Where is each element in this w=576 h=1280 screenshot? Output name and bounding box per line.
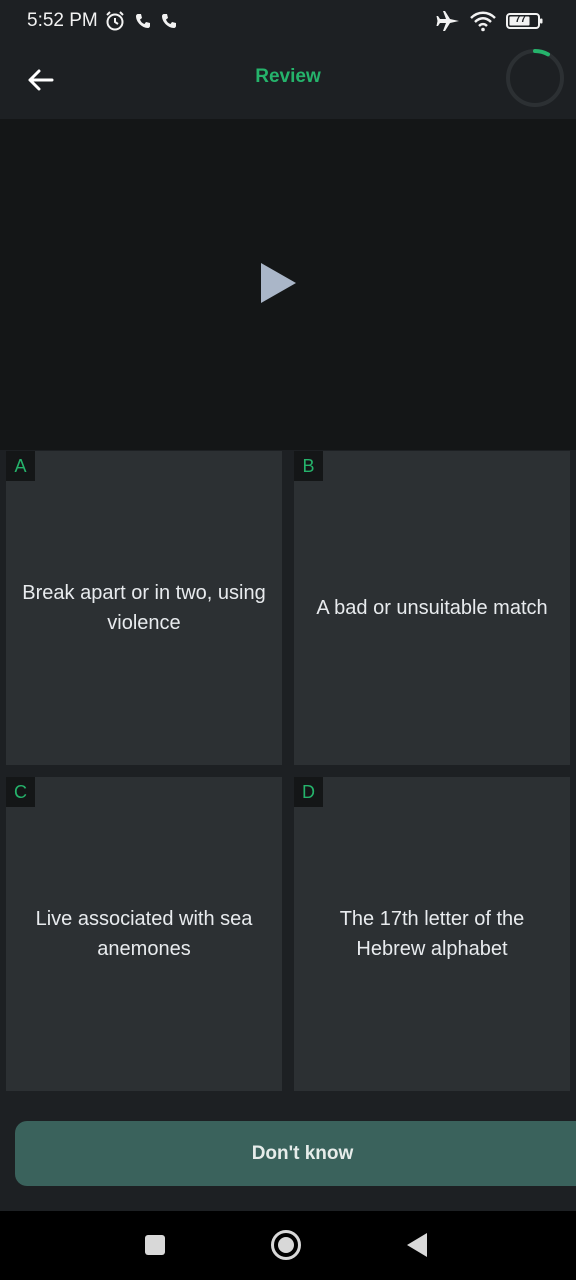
alarm-icon <box>106 11 124 31</box>
status-bar: 5:52 PM 77 <box>0 0 576 44</box>
option-text: A bad or unsuitable match <box>316 597 548 619</box>
app-bar: Review <box>0 44 576 119</box>
system-nav-bar <box>0 1211 576 1280</box>
option-letter: B <box>294 451 323 481</box>
battery-icon: 77 <box>506 12 544 30</box>
wifi-icon <box>470 11 496 32</box>
triangle-left-icon[interactable] <box>405 1231 429 1259</box>
option-card-d[interactable]: D The 17th letter of the Hebrew alphabet <box>294 777 570 1091</box>
option-letter: D <box>294 777 323 807</box>
status-time: 5:52 PM <box>27 10 98 31</box>
option-text: The 17th letter of the Hebrew alphabet <box>339 908 525 960</box>
option-letter: C <box>6 777 35 807</box>
option-card-a[interactable]: A Break apart or in two, using violence <box>6 451 282 765</box>
status-icons-right: 77 <box>436 10 544 32</box>
option-text: Break apart or in two, using violence <box>22 582 266 634</box>
phone-icon <box>136 14 150 28</box>
option-letter: A <box>6 451 35 481</box>
page-title: Review <box>255 66 321 87</box>
airplane-icon <box>436 11 459 31</box>
progress-ring <box>506 49 564 107</box>
option-card-c[interactable]: C Live associated with sea anemones <box>6 777 282 1091</box>
play-icon[interactable] <box>258 261 298 305</box>
circle-icon[interactable] <box>270 1229 302 1261</box>
option-text: Live associated with sea anemones <box>35 908 253 960</box>
dont-know-button[interactable]: Don't know <box>15 1121 576 1186</box>
phone-icon <box>162 14 176 28</box>
square-icon[interactable] <box>144 1234 166 1256</box>
battery-level: 77 <box>515 14 527 25</box>
option-card-b[interactable]: B A bad or unsuitable match <box>294 451 570 765</box>
status-icons-left <box>104 10 178 32</box>
